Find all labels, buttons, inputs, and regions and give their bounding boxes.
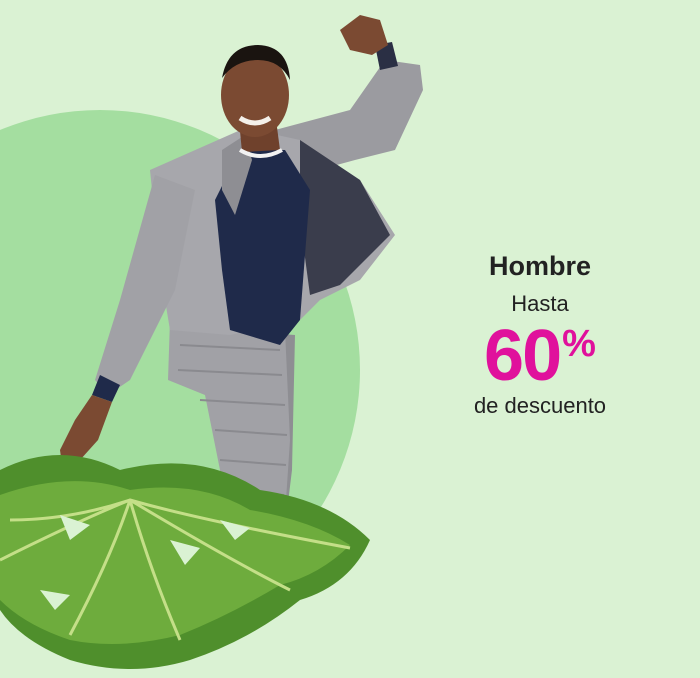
promo-title: Hombre xyxy=(488,251,591,281)
discount-value: 60 xyxy=(484,316,562,396)
discount-symbol: % xyxy=(562,323,596,365)
promo-description: de descuento xyxy=(473,393,607,418)
raised-hand xyxy=(340,15,388,55)
lowered-hand xyxy=(60,395,112,465)
discount-row: 60 % xyxy=(430,318,650,394)
promo-text-block: Hombre Hasta 60 % de descuento xyxy=(430,248,650,420)
promo-banner[interactable]: Hombre Hasta 60 % de descuento xyxy=(0,0,700,678)
promo-subtitle: Hasta xyxy=(511,291,569,316)
jacket-lining xyxy=(300,140,390,295)
monstera-leaf-icon xyxy=(0,455,370,669)
